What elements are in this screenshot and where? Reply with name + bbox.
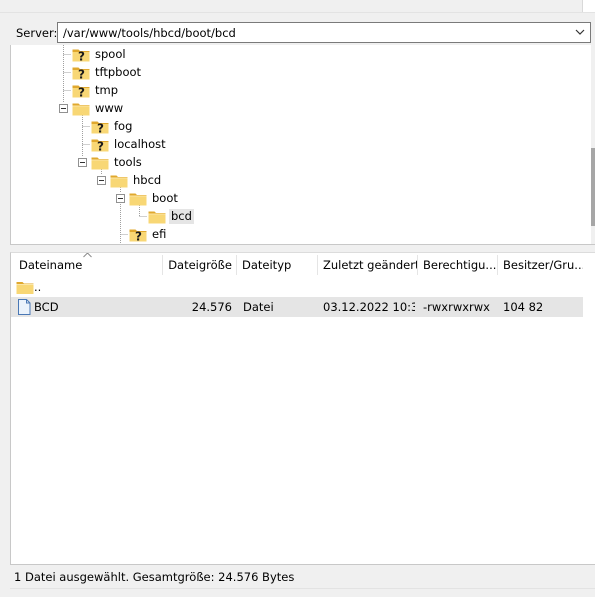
server-label: Server: <box>16 26 58 40</box>
unknown-folder-icon <box>72 83 90 98</box>
unknown-folder-icon <box>72 65 90 80</box>
top-strip-edge <box>0 12 595 13</box>
tree-node-hbcd[interactable]: hbcd <box>110 172 163 189</box>
tree-node-label[interactable]: localhost <box>112 137 168 152</box>
column-header-type[interactable]: Dateityp <box>237 253 317 277</box>
tree-scrollbar-thumb[interactable] <box>591 148 595 226</box>
status-bottom-edge <box>10 588 595 589</box>
tree-node-label[interactable]: efi <box>150 227 168 242</box>
unknown-folder-icon <box>129 227 147 242</box>
tree-vertical-scrollbar[interactable] <box>591 45 595 244</box>
column-header-modified[interactable]: Zuletzt geändert <box>318 253 418 277</box>
file-name: BCD <box>34 300 59 314</box>
chevron-down-icon[interactable] <box>574 25 586 39</box>
file-owner: 104 82 <box>503 300 544 314</box>
tree-node-label-selected[interactable]: bcd <box>169 209 194 224</box>
tree-node-tmp[interactable]: tmp <box>72 82 120 99</box>
tree-node-fog[interactable]: fog <box>91 118 134 135</box>
tree-node-label[interactable]: hbcd <box>131 173 163 188</box>
folder-icon <box>110 173 128 188</box>
tree-node-spool[interactable]: spool <box>72 46 128 63</box>
column-header-label: Besitzer/Gru... <box>503 258 583 272</box>
column-header-label: Berechtigu... <box>423 258 497 272</box>
collapse-toggle-hbcd[interactable] <box>97 176 106 185</box>
tree-node-label[interactable]: spool <box>93 47 128 62</box>
remote-path-bar: Server: /var/www/tools/hbcd/boot/bcd <box>10 21 595 45</box>
tree-node-bcd[interactable]: bcd <box>148 208 194 225</box>
folder-icon <box>72 101 90 116</box>
tree-node-tftpboot[interactable]: tftpboot <box>72 64 143 81</box>
tree-node-label[interactable]: fog <box>112 119 134 134</box>
tree-node-label[interactable]: www <box>93 101 125 116</box>
tree-node-label[interactable]: tools <box>112 155 144 170</box>
unknown-folder-icon <box>72 47 90 62</box>
sort-ascending-icon <box>83 253 92 258</box>
column-header-size[interactable]: Dateigröße <box>163 253 236 277</box>
file-modified: 03.12.2022 10:3... <box>323 300 415 314</box>
tree-node-label[interactable]: boot <box>150 191 180 206</box>
unknown-folder-icon <box>91 119 109 134</box>
column-header-label: Dateigröße <box>168 258 232 272</box>
tree-node-tools[interactable]: tools <box>91 154 144 171</box>
top-strip <box>0 0 595 20</box>
file-row-bcd[interactable]: BCD 24.576 Datei 03.12.2022 10:3... -rwx… <box>11 297 583 317</box>
top-strip-button[interactable] <box>582 0 595 12</box>
column-header-permissions[interactable]: Berechtigu... <box>418 253 498 277</box>
file-icon <box>15 299 33 315</box>
file-permissions: -rwxrwxrwx <box>423 300 490 314</box>
folder-icon <box>148 209 166 224</box>
folder-icon <box>91 155 109 170</box>
folder-icon <box>129 191 147 206</box>
remote-path-combobox[interactable]: /var/www/tools/hbcd/boot/bcd <box>57 22 591 43</box>
column-header-label: Dateiname <box>19 258 83 272</box>
column-header-label: Zuletzt geändert <box>323 258 418 272</box>
column-header-label: Dateityp <box>242 258 292 272</box>
collapse-toggle-boot[interactable] <box>116 194 125 203</box>
file-size: 24.576 <box>191 300 232 314</box>
status-text: 1 Datei ausgewählt. Gesamtgröße: 24.576 … <box>14 570 295 584</box>
column-header-row: Dateiname Dateigröße Dateityp Zuletzt ge… <box>11 253 595 277</box>
folder-icon <box>16 279 34 295</box>
remote-file-list[interactable]: Dateiname Dateigröße Dateityp Zuletzt ge… <box>10 252 595 565</box>
tree-node-efi[interactable]: efi <box>129 226 168 243</box>
tree-node-boot[interactable]: boot <box>129 190 180 207</box>
file-name: .. <box>34 280 42 294</box>
file-row-parent[interactable]: .. <box>11 277 583 297</box>
collapse-toggle-tools[interactable] <box>78 158 87 167</box>
tree-node-www[interactable]: www <box>72 100 125 117</box>
file-type: Datei <box>243 300 274 314</box>
remote-directory-tree[interactable]: spool tftpboot tmp www fog localhost too… <box>10 45 595 245</box>
column-header-owner[interactable]: Besitzer/Gru... <box>498 253 583 277</box>
tree-node-localhost[interactable]: localhost <box>91 136 168 153</box>
tree-node-label[interactable]: tmp <box>93 83 120 98</box>
status-bar: 1 Datei ausgewählt. Gesamtgröße: 24.576 … <box>10 566 595 589</box>
unknown-folder-icon <box>91 137 109 152</box>
collapse-toggle-www[interactable] <box>59 104 68 113</box>
remote-path-value[interactable]: /var/www/tools/hbcd/boot/bcd <box>63 26 236 40</box>
pane-splitter[interactable] <box>0 245 595 252</box>
tree-node-label[interactable]: tftpboot <box>93 65 143 80</box>
